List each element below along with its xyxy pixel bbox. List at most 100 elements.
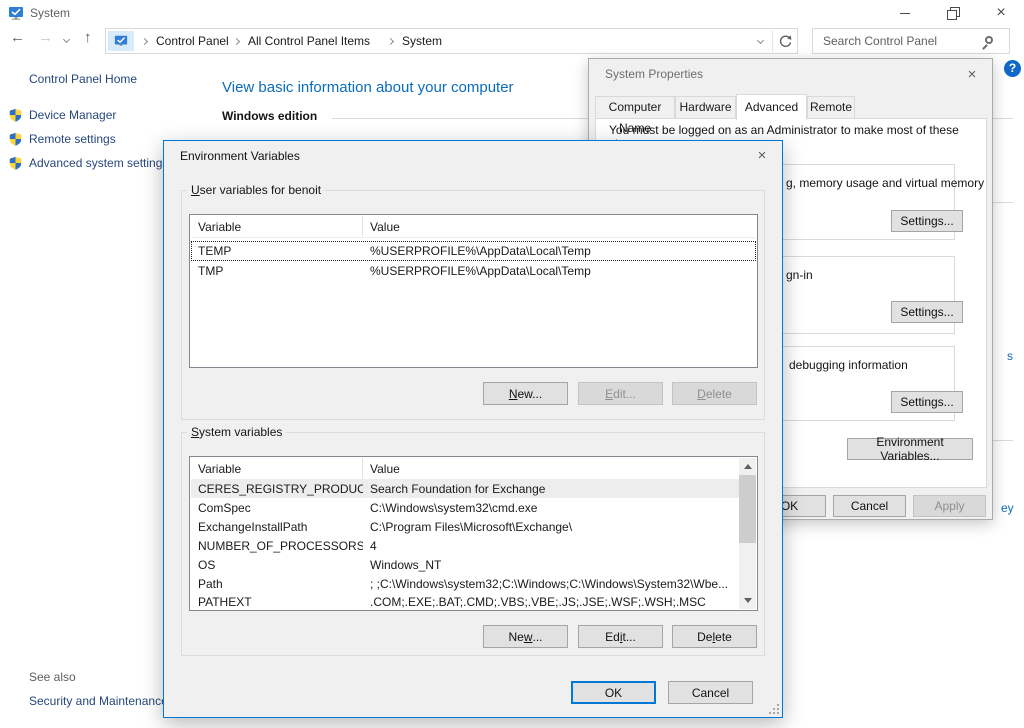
performance-text-fragment: g, memory usage and virtual memory: [786, 176, 984, 190]
row-value: Windows_NT: [363, 558, 739, 572]
system-delete-button[interactable]: Delete: [672, 625, 757, 648]
up-icon[interactable]: ↑: [84, 29, 92, 46]
screen: System × ← → ↑ Control Panel All Control…: [0, 0, 1024, 728]
windows-edition-heading: Windows edition: [222, 109, 317, 123]
user-edit-button[interactable]: Edit...: [578, 382, 663, 405]
scrollbar-thumb[interactable]: [739, 475, 756, 543]
breadcrumb-chevron-icon[interactable]: [141, 38, 148, 45]
table-row[interactable]: ExchangeInstallPath C:\Program Files\Mic…: [191, 517, 739, 536]
divider: [332, 118, 588, 119]
scrollbar[interactable]: [739, 458, 756, 609]
column-variable[interactable]: Variable: [191, 458, 363, 479]
search-input[interactable]: [823, 31, 983, 51]
cancel-button[interactable]: Cancel: [833, 495, 906, 517]
table-row[interactable]: TEMP %USERPROFILE%\AppData\Local\Temp: [191, 241, 756, 261]
minimize-button[interactable]: [888, 0, 922, 26]
sidebar-security-maintenance[interactable]: Security and Maintenance: [29, 694, 168, 708]
system-new-button[interactable]: New...: [483, 625, 568, 648]
row-variable: TEMP: [191, 244, 363, 258]
breadcrumb-control-panel[interactable]: Control Panel: [156, 34, 229, 48]
column-variable[interactable]: Variable: [191, 216, 363, 237]
environment-variables-button[interactable]: Environment Variables...: [847, 438, 973, 460]
close-button[interactable]: ×: [750, 146, 774, 166]
sidebar-control-panel-home[interactable]: Control Panel Home: [29, 72, 137, 86]
breadcrumb-system[interactable]: System: [402, 34, 442, 48]
sidebar-remote-settings[interactable]: Remote settings: [29, 132, 116, 146]
scroll-up-button[interactable]: [739, 458, 756, 475]
chevron-up-icon: [744, 464, 752, 469]
row-variable: CERES_REGISTRY_PRODUCT...: [191, 482, 363, 496]
forward-icon[interactable]: →: [38, 29, 53, 46]
performance-settings-button[interactable]: Settings...: [891, 210, 963, 232]
help-button[interactable]: ?: [1004, 60, 1021, 77]
ok-button[interactable]: OK: [571, 681, 656, 704]
tab-hardware[interactable]: Hardware: [675, 96, 736, 119]
breadcrumb-all-items[interactable]: All Control Panel Items: [248, 34, 370, 48]
column-value[interactable]: Value: [363, 220, 756, 234]
close-button[interactable]: ×: [984, 0, 1018, 26]
row-value: .COM;.EXE;.BAT;.CMD;.VBS;.VBE;.JS;.JSE;.…: [363, 595, 739, 609]
refresh-icon[interactable]: [778, 34, 793, 49]
sidebar-device-manager[interactable]: Device Manager: [29, 108, 116, 122]
address-dropdown-chevron-icon[interactable]: [757, 37, 764, 44]
row-variable: ExchangeInstallPath: [191, 520, 363, 534]
column-value[interactable]: Value: [363, 462, 739, 476]
search-icon[interactable]: [985, 36, 993, 44]
sidebar-advanced-system-settings[interactable]: Advanced system settings: [29, 156, 168, 170]
close-icon: ×: [758, 147, 767, 164]
table-header: Variable Value: [191, 216, 756, 238]
table-header: Variable Value: [191, 458, 739, 480]
row-value: %USERPROFILE%\AppData\Local\Temp: [363, 264, 756, 278]
back-icon[interactable]: ←: [10, 29, 25, 46]
close-icon: ×: [996, 5, 1005, 21]
product-key-link-fragment[interactable]: ey: [1001, 501, 1014, 515]
divider: [993, 440, 1013, 441]
table-row[interactable]: OS Windows_NT: [191, 555, 739, 574]
user-variables-table[interactable]: Variable Value TEMP %USERPROFILE%\AppDat…: [189, 214, 758, 368]
divider: [993, 118, 1013, 119]
uac-shield-icon: [8, 156, 23, 171]
breadcrumb-chevron-icon[interactable]: [387, 38, 394, 45]
environment-variables-dialog: Environment Variables × User variables f…: [163, 140, 783, 718]
user-new-button[interactable]: New...: [483, 382, 568, 405]
breadcrumb-chevron-icon[interactable]: [233, 38, 240, 45]
restore-button[interactable]: [936, 0, 970, 26]
breadcrumb-system-icon[interactable]: [108, 31, 134, 51]
tab-computer-name[interactable]: Computer Name: [595, 96, 675, 119]
row-value: %USERPROFILE%\AppData\Local\Temp: [363, 244, 756, 258]
startup-recovery-text-fragment: debugging information: [789, 358, 908, 372]
table-row[interactable]: PATHEXT .COM;.EXE;.BAT;.CMD;.VBS;.VBE;.J…: [191, 593, 739, 611]
uac-shield-icon: [8, 132, 23, 147]
dialog-title: Environment Variables: [180, 149, 300, 163]
user-delete-button[interactable]: Delete: [672, 382, 757, 405]
user-profiles-settings-button[interactable]: Settings...: [891, 301, 963, 323]
table-row[interactable]: NUMBER_OF_PROCESSORS 4: [191, 536, 739, 555]
recent-pages-chevron-icon[interactable]: [63, 36, 70, 43]
row-value: Search Foundation for Exchange: [363, 482, 739, 496]
system-variables-group-label: System variables: [187, 425, 286, 439]
apply-button[interactable]: Apply: [913, 495, 986, 517]
row-value: C:\Windows\system32\cmd.exe: [363, 501, 739, 515]
table-row[interactable]: ComSpec C:\Windows\system32\cmd.exe: [191, 498, 739, 517]
divider: [772, 30, 773, 52]
change-settings-link-fragment[interactable]: s: [1007, 349, 1013, 363]
system-app-icon: [8, 5, 24, 21]
table-row[interactable]: TMP %USERPROFILE%\AppData\Local\Temp: [191, 261, 756, 281]
system-edit-button[interactable]: Edit...: [578, 625, 663, 648]
close-icon: ×: [968, 66, 977, 83]
close-button[interactable]: ×: [960, 65, 984, 85]
table-row[interactable]: Path ; ;C:\Windows\system32;C:\Windows;C…: [191, 574, 739, 593]
table-row[interactable]: CERES_REGISTRY_PRODUCT... Search Foundat…: [191, 479, 739, 498]
address-bar[interactable]: Control Panel All Control Panel Items Sy…: [105, 28, 798, 54]
row-variable: OS: [191, 558, 363, 572]
tab-remote[interactable]: Remote: [807, 96, 855, 119]
scroll-down-button[interactable]: [739, 592, 756, 609]
resize-grip[interactable]: [769, 704, 779, 714]
title-bar: System ×: [0, 0, 1024, 26]
row-variable: PATHEXT: [191, 595, 363, 609]
system-variables-table[interactable]: Variable Value CERES_REGISTRY_PRODUCT...…: [189, 456, 758, 611]
tab-advanced[interactable]: Advanced: [736, 94, 807, 120]
cancel-button[interactable]: Cancel: [668, 681, 753, 704]
startup-recovery-settings-button[interactable]: Settings...: [891, 391, 963, 413]
search-box[interactable]: [812, 28, 1010, 54]
